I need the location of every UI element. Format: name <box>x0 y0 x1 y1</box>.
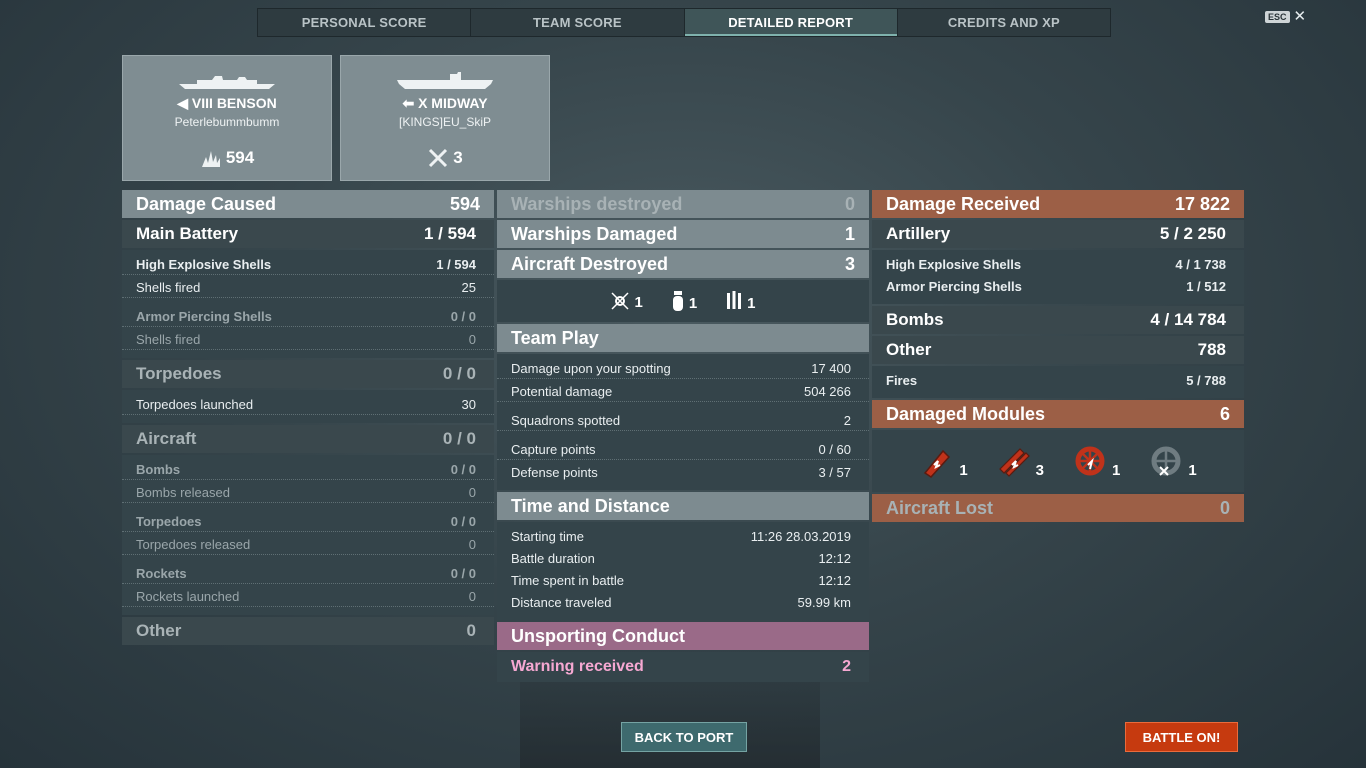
other-details: Fires 5 / 788 <box>872 366 1244 398</box>
damaged-modules-header: Damaged Modules 6 <box>872 400 1244 428</box>
main-battery-row: Main Battery 1 / 594 <box>122 220 494 248</box>
time-distance-details: Starting time 11:26 28.03.2019 Battle dur… <box>497 522 869 620</box>
bombs-row: Bombs 0 / 0 <box>122 459 494 480</box>
team-play-details: Damage upon your spotting 17 400 Potentia… <box>497 354 869 490</box>
potential-damage-row: Potential damage 504 266 <box>497 381 869 402</box>
esc-close-button[interactable]: ESC ✕ <box>1265 9 1307 24</box>
fires-row: Fires 5 / 788 <box>886 372 1226 388</box>
main-gun-damaged-icon <box>924 449 951 478</box>
engine-incapacitated-icon <box>1151 446 1181 476</box>
ship-card-benson[interactable]: ◀ VIII BENSON Peterlebummbumm 594 <box>122 55 332 181</box>
plane-destroyed-icon <box>429 148 448 168</box>
ship-stat: 594 <box>123 147 331 169</box>
received-he-shells-row: High Explosive Shells 4 / 1 738 <box>886 256 1226 272</box>
received-other-row: Other 788 <box>872 336 1244 364</box>
main-gun-damaged: 1 <box>919 443 968 479</box>
destroyer-class-icon: ◀ <box>177 95 192 111</box>
back-to-port-button[interactable]: BACK TO PORT <box>621 722 747 752</box>
main-battery-details: High Explosive Shells 1 / 594 Shells fire… <box>122 250 494 358</box>
unsporting-conduct-header: Unsporting Conduct <box>497 622 869 650</box>
rocket-plane-icon <box>727 291 742 309</box>
distance-traveled-row: Distance traveled 59.99 km <box>511 594 851 610</box>
damage-caused-panel: Damage Caused 594 Main Battery 1 / 594 Hig… <box>122 190 494 647</box>
received-bombs-row: Bombs 4 / 14 784 <box>872 306 1244 334</box>
warning-received-row: Warning received 2 <box>497 652 869 682</box>
warships-damaged-header: Warships Damaged 1 <box>497 220 869 248</box>
ship-card-midway[interactable]: ⬅ X MIDWAY [KINGS]EU_SkiP 3 <box>340 55 550 181</box>
torpedoes-launched-row: Torpedoes launched 30 <box>122 394 494 415</box>
team-play-header: Team Play <box>497 324 869 352</box>
ship-name: ◀ VIII BENSON <box>177 95 277 111</box>
he-shells-row: High Explosive Shells 1 / 594 <box>122 254 494 275</box>
fighter-icon <box>611 292 630 310</box>
air-torpedoes-released-row: Torpedoes released 0 <box>122 534 494 555</box>
damage-caused-header: Damage Caused 594 <box>122 190 494 218</box>
other-damage-row: Other 0 <box>122 617 494 645</box>
battle-results-panel: Warships destroyed 0 Warships Damaged 1 Ai… <box>497 190 869 682</box>
defense-points-row: Defense points 3 / 57 <box>511 464 851 480</box>
esc-key-label: ESC <box>1265 11 1290 23</box>
aircraft-lost-header: Aircraft Lost 0 <box>872 494 1244 522</box>
aircraft-destroyed-header: Aircraft Destroyed 3 <box>497 250 869 278</box>
time-distance-header: Time and Distance <box>497 492 869 520</box>
ap-shells-row: Armor Piercing Shells 0 / 0 <box>122 306 494 327</box>
damage-received-panel: Damage Received 17 822 Artillery 5 / 2 25… <box>872 190 1244 524</box>
artillery-details: High Explosive Shells 4 / 1 738 Armor Pie… <box>872 250 1244 304</box>
tab-credits-and-xp[interactable]: CREDITS AND XP <box>898 9 1110 36</box>
starting-time-row: Starting time 11:26 28.03.2019 <box>511 528 851 544</box>
aircraft-types-destroyed: 1 1 1 <box>497 280 869 322</box>
ap-shells-fired-row: Shells fired 0 <box>122 329 494 350</box>
carrier-class-icon: ⬅ <box>402 95 419 111</box>
torpedoes-details: Torpedoes launched 30 <box>122 390 494 423</box>
damage-burst-icon <box>201 151 220 167</box>
he-shells-fired-row: Shells fired 25 <box>122 277 494 298</box>
bomber-icon <box>672 291 683 311</box>
engine-incapacitated: 1 <box>1148 443 1197 479</box>
rockets-launched-row: Rockets launched 0 <box>122 586 494 607</box>
close-icon[interactable]: ✕ <box>1294 9 1307 24</box>
steering-damaged-icon <box>1075 446 1105 476</box>
artillery-row: Artillery 5 / 2 250 <box>872 220 1244 248</box>
damaged-modules-list: 1 3 1 1 <box>872 430 1244 492</box>
rockets-row: Rockets 0 / 0 <box>122 563 494 584</box>
battle-duration-row: Battle duration 12:12 <box>511 550 851 566</box>
tab-team-score[interactable]: TEAM SCORE <box>471 9 685 36</box>
ship-name: ⬅ X MIDWAY <box>402 95 488 111</box>
air-torpedoes-row: Torpedoes 0 / 0 <box>122 511 494 532</box>
tab-personal-score[interactable]: PERSONAL SCORE <box>258 9 472 36</box>
bomber-kill-count: 1 <box>671 290 697 312</box>
player-name: [KINGS]EU_SkiP <box>398 115 492 129</box>
battle-on-button[interactable]: BATTLE ON! <box>1125 722 1238 752</box>
torpedo-tubes-damaged-icon <box>998 448 1030 477</box>
torpedoes-row: Torpedoes 0 / 0 <box>122 360 494 388</box>
rocket-plane-kill-count: 1 <box>725 290 756 312</box>
ship-stat: 3 <box>341 147 549 169</box>
carrier-silhouette-icon <box>397 72 493 89</box>
report-tabs: PERSONAL SCORE TEAM SCORE DETAILED REPOR… <box>257 8 1111 37</box>
spotting-damage-row: Damage upon your spotting 17 400 <box>497 358 869 379</box>
torpedo-tubes-damaged: 3 <box>996 443 1044 479</box>
aircraft-details: Bombs 0 / 0 Bombs released 0 Torpedoes 0 / … <box>122 455 494 615</box>
damage-received-header: Damage Received 17 822 <box>872 190 1244 218</box>
received-ap-shells-row: Armor Piercing Shells 1 / 512 <box>886 278 1226 294</box>
capture-points-row: Capture points 0 / 60 <box>497 439 869 460</box>
aircraft-row: Aircraft 0 / 0 <box>122 425 494 453</box>
time-spent-row: Time spent in battle 12:12 <box>511 572 851 588</box>
tab-detailed-report[interactable]: DETAILED REPORT <box>684 9 898 36</box>
squadrons-spotted-row: Squadrons spotted 2 <box>497 410 869 431</box>
player-name: Peterlebummbumm <box>174 115 280 129</box>
destroyer-silhouette-icon <box>179 76 275 89</box>
warships-destroyed-header: Warships destroyed 0 <box>497 190 869 218</box>
bombs-released-row: Bombs released 0 <box>122 482 494 503</box>
fighter-kill-count: 1 <box>610 291 643 311</box>
steering-damaged: 1 <box>1072 443 1120 479</box>
